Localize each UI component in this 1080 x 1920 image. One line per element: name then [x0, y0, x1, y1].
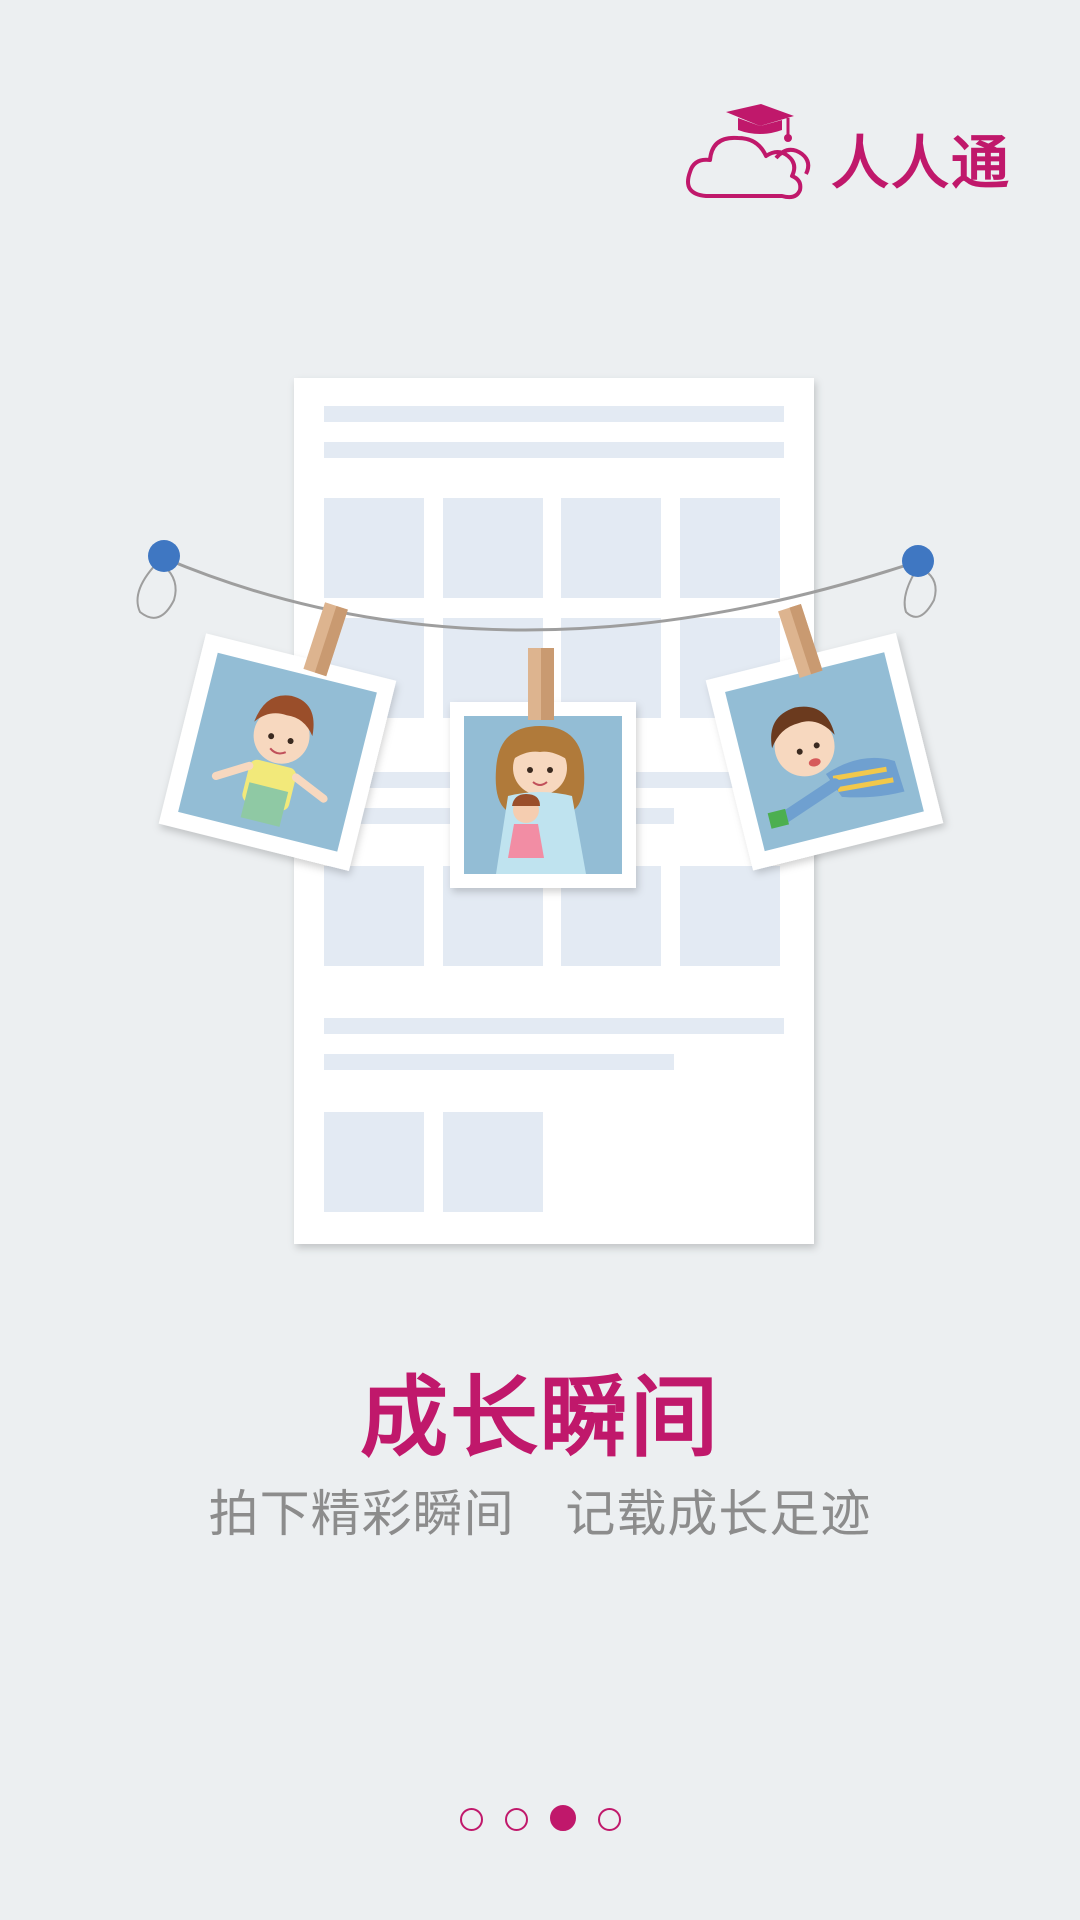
- feature-subtitle: 拍下精彩瞬间 记载成长足迹: [208, 1485, 872, 1543]
- page-indicator: [0, 1805, 1080, 1831]
- feature-title: 成长瞬间: [359, 1366, 720, 1469]
- page-dot-3-active[interactable]: [549, 1805, 576, 1831]
- page-dot-4[interactable]: [597, 1808, 621, 1831]
- photo-middle: [450, 702, 636, 888]
- clothespin-icon: [528, 648, 554, 720]
- pushpin-icon: [148, 540, 180, 572]
- pushpin-icon: [902, 545, 934, 577]
- feature-illustration: [136, 378, 944, 1244]
- page-dot-1[interactable]: [459, 1808, 483, 1831]
- page-dot-2[interactable]: [504, 1808, 528, 1831]
